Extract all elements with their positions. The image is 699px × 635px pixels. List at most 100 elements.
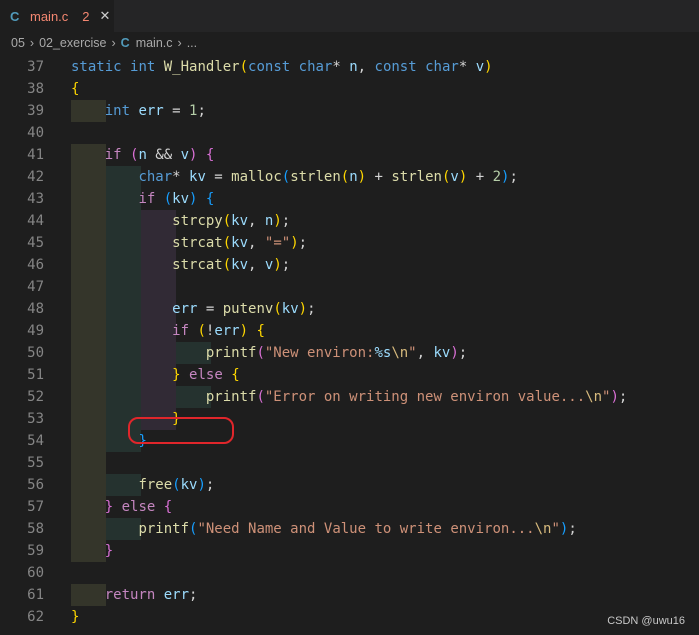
code-line[interactable]: 60 (0, 562, 699, 584)
code-line[interactable]: 55 (0, 452, 699, 474)
code-token: n (349, 59, 358, 75)
code-token: \n (391, 345, 409, 361)
code-line[interactable]: 37 static int W_Handler(const char* n, co… (0, 56, 699, 78)
code-line[interactable]: 50 printf("New environ:%s\n", kv); (0, 342, 699, 364)
breadcrumb-symbols[interactable]: ... (187, 36, 197, 50)
code-line[interactable]: 42 char* kv = malloc(strlen(n) + strlen(… (0, 166, 699, 188)
line-number: 48 (27, 301, 44, 317)
line-number: 45 (27, 235, 44, 251)
code-token: ( (281, 169, 291, 185)
code-line[interactable]: 46 strcat(kv, v); (0, 254, 699, 276)
code-line[interactable]: 52 printf("Error on writing new environ … (0, 386, 699, 408)
code-token: ; (281, 213, 291, 229)
code-token: ; (197, 103, 206, 119)
breadcrumb: 05 › 02_exercise › C main.c › ... (0, 32, 699, 54)
code-line[interactable]: 61 return err; (0, 584, 699, 606)
code-token: else (189, 367, 223, 383)
code-token: ( (256, 345, 265, 361)
code-token: , (248, 213, 265, 229)
code-line[interactable]: 54 } (0, 430, 699, 452)
code-line[interactable]: 40 (0, 122, 699, 144)
breadcrumb-file-main-c[interactable]: main.c (136, 36, 173, 50)
code-token: strcat (172, 235, 223, 251)
code-token: kv (231, 235, 249, 251)
breadcrumb-folder-02-exercise[interactable]: 02_exercise (39, 36, 106, 50)
code-line[interactable]: 56 free(kv); (0, 474, 699, 496)
tab-bar: C main.c 2 ✕ (0, 0, 699, 32)
code-line[interactable]: 49 if (!err) { (0, 320, 699, 342)
code-line[interactable]: 43 if (kv) { (0, 188, 699, 210)
code-token: putenv (222, 301, 274, 317)
code-text: printf("Need Name and Value to write env… (71, 518, 577, 540)
code-line[interactable]: 38 { (0, 78, 699, 100)
code-line[interactable]: 45 strcat(kv, "="); (0, 232, 699, 254)
code-token: strcpy (172, 213, 223, 229)
line-number: 50 (27, 345, 44, 361)
code-line[interactable]: 47 (0, 276, 699, 298)
code-line[interactable]: 44 strcpy(kv, n); (0, 210, 699, 232)
highlight-annotation (128, 417, 234, 444)
code-token: W_Handler (163, 59, 240, 75)
breadcrumb-folder-05[interactable]: 05 (11, 36, 25, 50)
code-token: n (349, 169, 358, 185)
code-token: ; (307, 301, 316, 317)
code-line[interactable]: 48 err = putenv(kv); (0, 298, 699, 320)
code-token: const (374, 59, 417, 75)
code-token: kv (433, 345, 451, 361)
code-text: } (71, 540, 113, 562)
code-token: ; (189, 587, 198, 603)
code-line[interactable]: 53 } (0, 408, 699, 430)
code-text: return err; (71, 584, 198, 606)
code-line[interactable]: 39 int err = 1; (0, 100, 699, 122)
code-token: ) (273, 257, 282, 273)
code-text: int err = 1; (71, 100, 206, 122)
code-token: if (104, 147, 122, 163)
code-token: { (163, 499, 173, 515)
code-token: ; (458, 345, 468, 361)
code-token: ( (163, 191, 173, 207)
code-token: ( (340, 169, 350, 185)
code-text: strcat(kv, v); (71, 254, 290, 276)
code-editor[interactable]: 37 static int W_Handler(const char* n, co… (0, 56, 699, 635)
code-token: "=" (264, 235, 291, 251)
code-token: if (138, 191, 156, 207)
code-token: kv (231, 213, 249, 229)
tab-main-c[interactable]: C main.c 2 ✕ (0, 0, 114, 32)
code-token: kv (281, 301, 299, 317)
code-token: ; (568, 521, 577, 537)
line-number: 40 (27, 125, 44, 141)
code-line[interactable]: 41 if (n && v) { (0, 144, 699, 166)
code-token: "New environ: (264, 345, 375, 361)
code-line[interactable]: 62} (0, 606, 699, 628)
code-token: ) (610, 389, 619, 405)
close-icon[interactable]: ✕ (100, 8, 111, 24)
line-number: 54 (27, 433, 44, 449)
code-token: strlen (391, 169, 442, 185)
code-token: ( (222, 257, 232, 273)
line-number: 42 (27, 169, 44, 185)
code-token: ) (298, 301, 308, 317)
problems-badge: 2 (82, 8, 90, 24)
indent-guide (141, 276, 176, 298)
code-token: ) (484, 59, 493, 75)
code-token: = (197, 301, 223, 317)
code-token: } (104, 499, 114, 515)
code-line[interactable]: 58 printf("Need Name and Value to write … (0, 518, 699, 540)
code-line[interactable]: 59 } (0, 540, 699, 562)
code-token: kv (172, 191, 190, 207)
line-number: 60 (27, 565, 44, 581)
code-line[interactable]: 57 } else { (0, 496, 699, 518)
code-line[interactable]: 51 } else { (0, 364, 699, 386)
code-token: ) (450, 345, 459, 361)
code-token: ) (273, 213, 282, 229)
code-token: printf (205, 389, 257, 405)
code-token: err (163, 587, 190, 603)
